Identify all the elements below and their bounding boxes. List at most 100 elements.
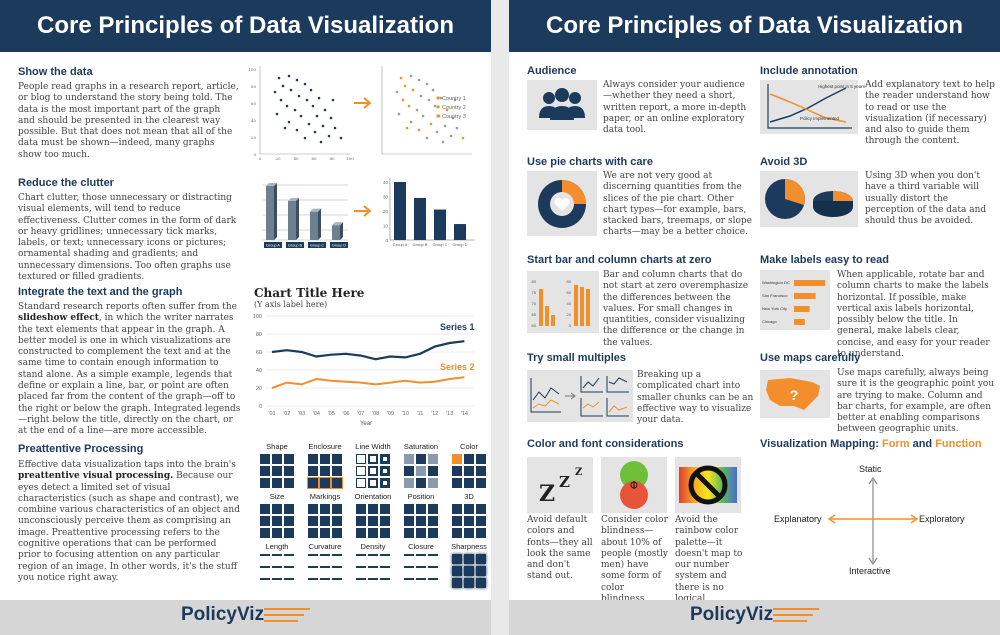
y-tick-label: 75 bbox=[532, 290, 537, 295]
y-tick-label: 0 bbox=[259, 404, 262, 410]
scatter-point bbox=[415, 108, 419, 112]
left-page: Core Principles of Data Visualization Sh… bbox=[0, 0, 491, 635]
color-blind-circles-icon bbox=[620, 461, 648, 509]
h-bar bbox=[794, 319, 805, 325]
y-tick-label: 20 bbox=[383, 209, 389, 214]
preattentive-label: Sharpness bbox=[451, 542, 487, 551]
scatter-point bbox=[409, 120, 413, 124]
annotation-label-high: Highest point in 5 years bbox=[818, 84, 866, 89]
preattentive-label: Markings bbox=[309, 492, 341, 501]
maps-heading: Use maps carefully bbox=[760, 352, 861, 364]
scatter-point bbox=[321, 124, 325, 128]
bar-label: Washington DC bbox=[762, 280, 790, 285]
sleep-zzz-icon: Z Z Z bbox=[539, 467, 582, 507]
avoid-3d-icon-box bbox=[760, 171, 858, 227]
x-tick-label: '07 bbox=[357, 411, 364, 417]
scatter-point bbox=[287, 120, 291, 124]
bar bbox=[454, 224, 466, 240]
y-tick-label: 100 bbox=[248, 67, 256, 72]
scatter-point bbox=[431, 88, 435, 92]
scatter-point bbox=[421, 114, 425, 118]
preattentive-cell: Color bbox=[444, 442, 491, 488]
group-label: Group A bbox=[266, 244, 280, 248]
preattentive-cell: Curvature bbox=[300, 542, 350, 588]
scatter-point bbox=[289, 88, 293, 92]
audience-icon-box bbox=[527, 80, 597, 130]
scatter-point bbox=[327, 134, 331, 138]
preattentive-label: Orientation bbox=[354, 492, 392, 501]
bar-label: San Francisco bbox=[762, 293, 788, 298]
labels-heading: Make labels easy to read bbox=[760, 254, 890, 266]
x-tick-label: '10 bbox=[402, 411, 409, 417]
clutter-heading: Reduce the clutter bbox=[18, 177, 114, 189]
donut-heart-icon bbox=[538, 180, 586, 228]
h-bar bbox=[794, 306, 810, 312]
scatter-point bbox=[395, 90, 399, 94]
scatter-before-chart: 0 20 40 60 80 100 0 20 40 60 80 100 bbox=[248, 66, 354, 161]
y-tick-label: 0 bbox=[385, 238, 388, 243]
explanatory-label: Explanatory bbox=[774, 514, 822, 524]
y-tick-label: 60 bbox=[567, 290, 572, 295]
integrate-text: Standard research reports often suffer f… bbox=[18, 302, 241, 437]
scatter-point bbox=[403, 84, 407, 88]
scatter-point bbox=[399, 76, 403, 80]
scatter-point bbox=[277, 76, 281, 80]
x-tick-label: '03 bbox=[298, 411, 305, 417]
preattentive-cell: Position bbox=[396, 492, 446, 538]
y-tick-label: 30 bbox=[383, 195, 389, 200]
bar-3d bbox=[310, 211, 318, 240]
bar-label: Chicago bbox=[762, 319, 777, 324]
group-label: Group A bbox=[393, 242, 408, 247]
scatter-point bbox=[427, 98, 431, 102]
x-tick-label: '11 bbox=[417, 411, 424, 417]
small-multiples-icon bbox=[530, 376, 629, 417]
interactive-label: Interactive bbox=[849, 566, 891, 576]
scatter-point bbox=[441, 140, 445, 144]
legend-country-3: Country 3 bbox=[442, 114, 466, 120]
preattentive-label: Shape bbox=[266, 442, 288, 451]
scatter-point bbox=[285, 104, 289, 108]
x-tick-label: '04 bbox=[313, 411, 320, 417]
scatter-point bbox=[429, 122, 433, 126]
scatter-point bbox=[419, 94, 423, 98]
y-tick-label: 0 bbox=[253, 152, 256, 157]
svg-text:Z: Z bbox=[559, 473, 570, 491]
avoid-3d-heading: Avoid 3D bbox=[760, 156, 808, 168]
bar bbox=[414, 197, 426, 240]
series-2-label: Series 2 bbox=[440, 362, 475, 372]
preattentive-label: Color bbox=[460, 442, 478, 451]
h-bar bbox=[794, 293, 816, 299]
horizontal-bar-icon: Washington DC San Francisco New York City C… bbox=[762, 280, 826, 325]
scatter-point bbox=[433, 104, 437, 108]
annotation-heading: Include annotation bbox=[760, 65, 858, 77]
mapping-heading: Visualization Mapping: Form and Function bbox=[760, 438, 982, 450]
scatter-point bbox=[303, 82, 307, 86]
scatter-point bbox=[329, 116, 333, 120]
preattentive-label: Curvature bbox=[308, 542, 342, 551]
scatter-point bbox=[293, 108, 297, 112]
scatter-point bbox=[313, 130, 317, 134]
preattentive-heading: Preattentive Processing bbox=[18, 443, 144, 455]
clutter-text: Chart clutter, those unnecessary or dist… bbox=[18, 193, 237, 283]
maps-text: Use maps carefully, always being sure it… bbox=[837, 368, 995, 435]
logo-lines-icon bbox=[773, 608, 819, 628]
scatter-point bbox=[273, 90, 277, 94]
y-tick-label: 20 bbox=[256, 386, 262, 392]
color-font-heading: Color and font considerations bbox=[527, 438, 684, 450]
scatter-point bbox=[435, 130, 439, 134]
scatter-point bbox=[331, 98, 335, 102]
preattentive-label: Saturation bbox=[403, 442, 439, 451]
bar-label: New York City bbox=[762, 306, 787, 311]
scatter-point bbox=[417, 128, 421, 132]
people-icon bbox=[539, 88, 585, 120]
scatter-point bbox=[405, 126, 409, 130]
preattentive-label: 3D bbox=[464, 492, 474, 501]
y-tick-label: 40 bbox=[567, 301, 572, 306]
scatter-point bbox=[417, 78, 421, 82]
preattentive-label: Size bbox=[269, 492, 285, 501]
labels-text: When applicable, rotate bar and column c… bbox=[837, 270, 990, 360]
scatter-point bbox=[279, 98, 283, 102]
show-data-heading: Show the data bbox=[18, 66, 93, 78]
arrow-right-icon bbox=[354, 205, 372, 217]
x-tick-label: '06 bbox=[342, 411, 349, 417]
